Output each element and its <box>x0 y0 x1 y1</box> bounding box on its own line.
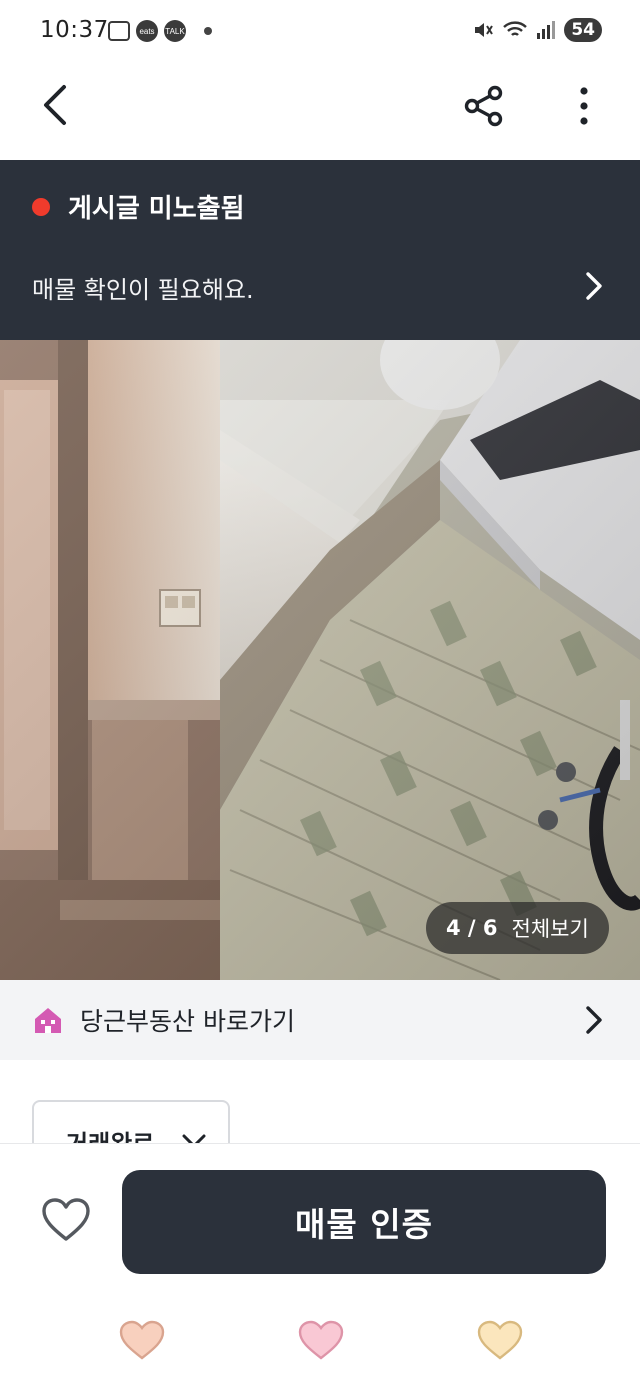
notice-message: 매물 확인이 필요해요. <box>32 276 254 304</box>
status-system-icons: 54 <box>472 18 602 42</box>
house-icon <box>35 1008 61 1033</box>
kakaotalk-icon: TALK <box>164 20 186 42</box>
battery-indicator: 54 <box>564 18 602 42</box>
app-bar <box>0 62 640 160</box>
status-notification-icons: eats TALK <box>108 20 212 42</box>
status-bar: 10:37 eats TALK 54 <box>0 0 640 62</box>
heart-icon[interactable] <box>476 1319 524 1361</box>
wifi-icon <box>503 21 528 36</box>
status-time: 10:37 <box>40 17 109 43</box>
more-vertical-icon <box>580 87 588 125</box>
photo-gallery[interactable] <box>0 340 640 980</box>
real-estate-shortcut-label: 당근부동산 바로가기 <box>80 1007 295 1036</box>
property-verification-link[interactable]: 매물 확인이 필요해요. <box>0 252 640 322</box>
system-navigation-bar <box>0 1291 640 1387</box>
listing-photo <box>0 340 640 980</box>
signal-icon <box>537 21 556 39</box>
back-button[interactable] <box>30 80 80 130</box>
chevron-right-icon <box>586 1006 602 1034</box>
like-button[interactable] <box>40 1196 92 1244</box>
heart-icon[interactable] <box>297 1319 345 1361</box>
photo-counter: 4 / 6 <box>446 916 498 940</box>
battery-level: 54 <box>571 20 595 40</box>
more-options-button[interactable] <box>560 80 608 132</box>
alert-dot-icon <box>32 197 50 216</box>
heart-outline-icon <box>42 1198 90 1241</box>
real-estate-shortcut[interactable]: 당근부동산 바로가기 <box>0 980 640 1060</box>
chevron-left-icon <box>44 85 66 125</box>
notice-title: 게시글 미노출됨 <box>68 194 245 224</box>
screenshot-icon <box>108 21 130 41</box>
cta-label: 매물 인증 <box>295 1205 433 1244</box>
view-all-photos-button[interactable]: 4 / 6 전체보기 <box>426 902 609 954</box>
view-all-label: 전체보기 <box>511 917 589 941</box>
property-verification-button[interactable]: 매물 인증 <box>122 1170 606 1274</box>
share-button[interactable] <box>458 80 510 132</box>
heart-icon[interactable] <box>118 1319 166 1361</box>
coupang-eats-icon: eats <box>136 20 158 42</box>
more-notifications-dot-icon <box>204 27 212 35</box>
hidden-post-notice: 게시글 미노출됨 매물 확인이 필요해요. <box>0 160 640 340</box>
chevron-right-icon <box>586 272 602 300</box>
bottom-action-bar: 매물 인증 <box>0 1143 640 1291</box>
mute-icon <box>475 23 494 37</box>
share-icon <box>464 85 503 127</box>
notice-title-row: 게시글 미노출됨 <box>32 188 245 225</box>
